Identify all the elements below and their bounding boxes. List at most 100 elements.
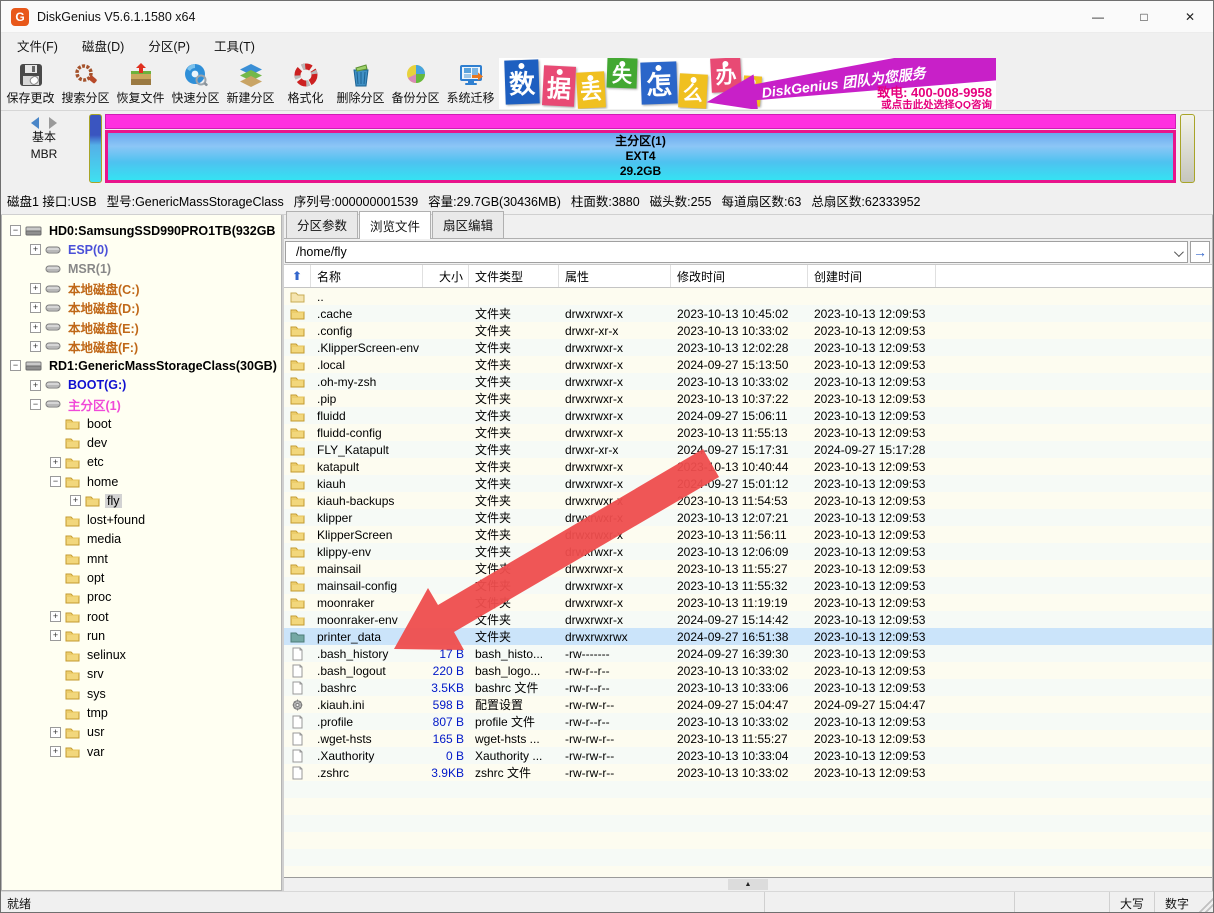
resize-grip[interactable] xyxy=(1199,892,1213,913)
expand-icon[interactable]: + xyxy=(30,380,41,391)
table-row[interactable]: printer_data文件夹drwxrwxrwx2024-09-27 16:5… xyxy=(284,628,1212,645)
tree-item-rd1[interactable]: −RD1:GenericMassStorageClass(30GB) xyxy=(2,356,281,375)
table-row[interactable]: .config文件夹drwxr-xr-x2023-10-13 10:33:022… xyxy=(284,322,1212,339)
expand-icon[interactable]: + xyxy=(50,630,61,641)
close-button[interactable]: ✕ xyxy=(1167,1,1213,32)
tree-item-usr[interactable]: +usr xyxy=(2,723,281,742)
tree-item-hd0[interactable]: −HD0:SamsungSSD990PRO1TB(932GB xyxy=(2,221,281,240)
expand-panel-button[interactable]: ▲ xyxy=(728,879,768,890)
menu-item-file[interactable]: 文件(F) xyxy=(5,33,70,58)
expand-icon[interactable]: + xyxy=(30,283,41,294)
header-size[interactable]: 大小 xyxy=(423,265,469,287)
tree-item-srv[interactable]: srv xyxy=(2,665,281,684)
delete-partition-button[interactable]: 删除分区 xyxy=(333,57,388,110)
menu-item-disk[interactable]: 磁盘(D) xyxy=(70,33,136,58)
collapse-icon[interactable]: − xyxy=(50,476,61,487)
table-row[interactable]: moonraker-env文件夹drwxrwxr-x2024-09-27 15:… xyxy=(284,611,1212,628)
tab-browse-files[interactable]: 浏览文件 xyxy=(359,211,431,239)
format-button[interactable]: 格式化 xyxy=(278,57,333,110)
tree-item-proc[interactable]: proc xyxy=(2,588,281,607)
table-row[interactable]: klipper文件夹drwxrwxr-x2023-10-13 12:07:212… xyxy=(284,509,1212,526)
tree-item-boot-g[interactable]: +BOOT(G:) xyxy=(2,375,281,394)
tree-item-selinux[interactable]: selinux xyxy=(2,646,281,665)
table-row[interactable]: .kiauh.ini598 B配置设置-rw-rw-r--2024-09-27 … xyxy=(284,696,1212,713)
table-row[interactable]: kiauh文件夹drwxrwxr-x2024-09-27 15:01:12202… xyxy=(284,475,1212,492)
table-row[interactable]: katapult文件夹drwxrwxr-x2023-10-13 10:40:44… xyxy=(284,458,1212,475)
table-row[interactable]: .local文件夹drwxrwxr-x2024-09-27 15:13:5020… xyxy=(284,356,1212,373)
save-changes-button[interactable]: 保存更改 xyxy=(3,57,58,110)
maximize-button[interactable]: □ xyxy=(1121,1,1167,32)
table-row[interactable]: mainsail-config文件夹drwxrwxr-x2023-10-13 1… xyxy=(284,577,1212,594)
table-row[interactable]: mainsail文件夹drwxrwxr-x2023-10-13 11:55:27… xyxy=(284,560,1212,577)
next-disk-icon[interactable] xyxy=(49,117,57,129)
table-row[interactable]: .bash_history17 Bbash_histo...-rw-------… xyxy=(284,645,1212,662)
tree-item-primary-1[interactable]: −主分区(1) xyxy=(2,395,281,414)
expand-icon[interactable]: + xyxy=(30,244,41,255)
table-row[interactable]: .profile807 Bprofile 文件-rw-r--r--2023-10… xyxy=(284,713,1212,730)
table-row[interactable]: klippy-env文件夹drwxrwxr-x2023-10-13 12:06:… xyxy=(284,543,1212,560)
quick-partition-button[interactable]: 快速分区 xyxy=(168,57,223,110)
tree-item-local-e[interactable]: +本地磁盘(E:) xyxy=(2,317,281,336)
table-row[interactable]: FLY_Katapult文件夹drwxr-xr-x2024-09-27 15:1… xyxy=(284,441,1212,458)
table-row[interactable]: .. xyxy=(284,288,1212,305)
minimize-button[interactable]: — xyxy=(1075,1,1121,32)
expand-icon[interactable]: + xyxy=(70,495,81,506)
expand-icon[interactable]: + xyxy=(30,302,41,313)
table-row[interactable]: moonraker文件夹drwxrwxr-x2023-10-13 11:19:1… xyxy=(284,594,1212,611)
table-row[interactable]: kiauh-backups文件夹drwxrwxr-x2023-10-13 11:… xyxy=(284,492,1212,509)
tree-item-var[interactable]: +var xyxy=(2,742,281,761)
tree-item-dev[interactable]: dev xyxy=(2,433,281,452)
tree-item-home[interactable]: −home xyxy=(2,472,281,491)
boot-partition-block[interactable] xyxy=(89,114,102,183)
header-ctime[interactable]: 创建时间 xyxy=(808,265,936,287)
tree-item-fly[interactable]: +fly xyxy=(2,491,281,510)
expand-icon[interactable]: + xyxy=(30,322,41,333)
tree-item-mnt[interactable]: mnt xyxy=(2,549,281,568)
banner-qq[interactable]: 或点击此处选择QQ咨询 xyxy=(881,97,992,109)
table-row[interactable]: .KlipperScreen-env文件夹drwxrwxr-x2023-10-1… xyxy=(284,339,1212,356)
table-row[interactable]: .Xauthority0 BXauthority ...-rw-rw-r--20… xyxy=(284,747,1212,764)
tree-item-local-d[interactable]: +本地磁盘(D:) xyxy=(2,298,281,317)
collapse-icon[interactable]: − xyxy=(10,225,21,236)
tab-partition-params[interactable]: 分区参数 xyxy=(286,211,358,238)
go-button[interactable]: → xyxy=(1190,241,1210,263)
system-migration-button[interactable]: 系统迁移 xyxy=(443,57,498,110)
new-partition-button[interactable]: 新建分区 xyxy=(223,57,278,110)
tree-item-opt[interactable]: opt xyxy=(2,568,281,587)
table-row[interactable]: fluidd-config文件夹drwxrwxr-x2023-10-13 11:… xyxy=(284,424,1212,441)
prev-disk-icon[interactable] xyxy=(31,117,39,129)
collapse-icon[interactable]: − xyxy=(30,399,41,410)
header-name[interactable]: 名称 xyxy=(311,265,423,287)
menu-item-tools[interactable]: 工具(T) xyxy=(202,33,267,58)
path-combobox[interactable]: /home/fly xyxy=(285,241,1188,263)
table-row[interactable]: fluidd文件夹drwxrwxr-x2024-09-27 15:06:1120… xyxy=(284,407,1212,424)
free-space-block[interactable] xyxy=(1180,114,1195,183)
table-row[interactable]: .cache文件夹drwxrwxr-x2023-10-13 10:45:0220… xyxy=(284,305,1212,322)
primary-partition-block[interactable]: 主分区(1) EXT4 29.2GB xyxy=(105,130,1176,183)
header-mtime[interactable]: 修改时间 xyxy=(671,265,808,287)
tree-item-etc[interactable]: +etc xyxy=(2,453,281,472)
expand-icon[interactable]: + xyxy=(50,457,61,468)
table-row[interactable]: .oh-my-zsh文件夹drwxrwxr-x2023-10-13 10:33:… xyxy=(284,373,1212,390)
expand-icon[interactable]: + xyxy=(50,746,61,757)
tree-item-sys[interactable]: sys xyxy=(2,684,281,703)
chevron-down-icon[interactable] xyxy=(1174,247,1184,257)
table-row[interactable]: .wget-hsts165 Bwget-hsts ...-rw-rw-r--20… xyxy=(284,730,1212,747)
table-row[interactable]: .bash_logout220 Bbash_logo...-rw-r--r--2… xyxy=(284,662,1212,679)
tree-item-tmp[interactable]: tmp xyxy=(2,703,281,722)
tree-item-boot[interactable]: boot xyxy=(2,414,281,433)
expand-icon[interactable]: + xyxy=(50,727,61,738)
promo-banner[interactable]: 数据丢失怎么办! DiskGenius 团队为您服务 致电: 400-008-9… xyxy=(499,58,996,109)
table-row[interactable]: .bashrc3.5KBbashrc 文件-rw-r--r--2023-10-1… xyxy=(284,679,1212,696)
tree-item-local-c[interactable]: +本地磁盘(C:) xyxy=(2,279,281,298)
table-row[interactable]: KlipperScreen文件夹drwxrwxr-x2023-10-13 11:… xyxy=(284,526,1212,543)
search-partition-button[interactable]: 搜索分区 xyxy=(58,57,113,110)
tree-item-msr1[interactable]: MSR(1) xyxy=(2,260,281,279)
header-attr[interactable]: 属性 xyxy=(559,265,671,287)
expand-icon[interactable]: + xyxy=(50,611,61,622)
tree-item-run[interactable]: +run xyxy=(2,626,281,645)
sort-column-header[interactable]: ⬆ xyxy=(284,265,311,287)
tree-item-esp0[interactable]: +ESP(0) xyxy=(2,240,281,259)
table-row[interactable]: .zshrc3.9KBzshrc 文件-rw-rw-r--2023-10-13 … xyxy=(284,764,1212,781)
table-row[interactable]: .pip文件夹drwxrwxr-x2023-10-13 10:37:222023… xyxy=(284,390,1212,407)
